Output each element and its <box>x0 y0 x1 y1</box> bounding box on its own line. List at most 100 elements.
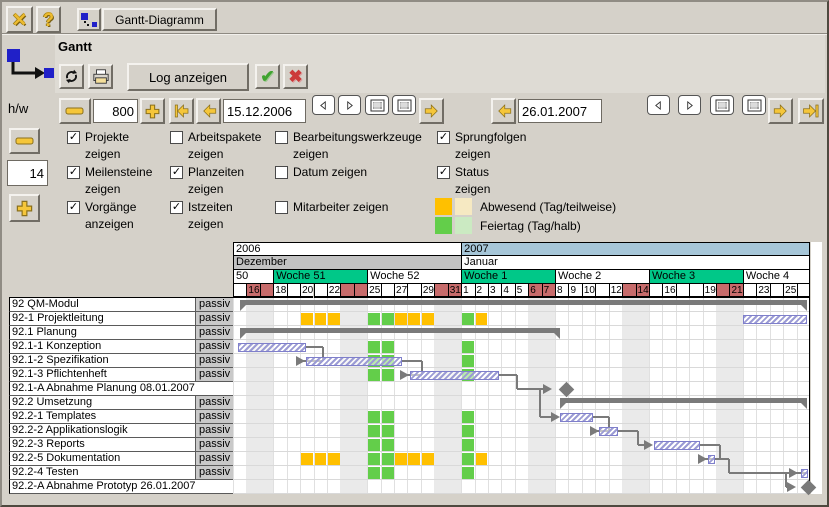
task-label-cell[interactable]: 92.1-2 Spezifikation <box>9 354 195 368</box>
task-label-cell[interactable]: 92.2 Umsetzung <box>9 396 195 410</box>
task-label-cell[interactable]: 92.1-A Abnahme Planung 08.01.2007 <box>9 382 233 396</box>
timeline-week-cell: Woche 51 <box>273 270 367 284</box>
holiday-cell <box>462 453 474 465</box>
holiday-cell <box>382 341 394 353</box>
timeline-day-cell: 14 <box>636 284 649 298</box>
absence-cell <box>476 313 488 325</box>
summary-notch-right <box>554 333 560 339</box>
timeline-day-cell: 5 <box>515 284 528 298</box>
day-number: 31 <box>450 285 461 297</box>
timeline-week-cell: Woche 3 <box>649 270 743 284</box>
plan-bar[interactable] <box>801 469 808 478</box>
plan-bar[interactable] <box>708 455 715 464</box>
task-status-cell: passiv <box>195 438 233 452</box>
plan-bar[interactable] <box>743 315 807 324</box>
holiday-cell <box>382 453 394 465</box>
absence-cell <box>301 313 313 325</box>
holiday-cell <box>382 439 394 451</box>
summary-bar[interactable] <box>240 328 561 333</box>
absence-cell <box>395 313 407 325</box>
timeline-week-cell: Woche 52 <box>367 270 461 284</box>
timeline-day-cell: 18 <box>273 284 286 298</box>
day-number: 25 <box>785 285 796 297</box>
gantt-chart: 20062007DezemberJanuar50Woche 51Woche 52… <box>2 2 829 507</box>
timeline-day-cell <box>797 284 810 298</box>
absence-cell <box>315 313 327 325</box>
dependency-arrow-icon <box>789 468 798 478</box>
task-label-cell[interactable]: 92.1-1 Konzeption <box>9 340 195 354</box>
task-label-cell[interactable]: 92.1-3 Pflichtenheft <box>9 368 195 382</box>
task-label-cell[interactable]: 92.2-4 Testen <box>9 466 195 480</box>
timeline-day-cell: 10 <box>582 284 595 298</box>
row-gridline <box>234 424 809 438</box>
timeline-day-cell <box>233 284 246 298</box>
timeline-day-cell <box>354 284 367 298</box>
holiday-cell <box>368 453 380 465</box>
task-label-cell[interactable]: 92-1 Projektleitung <box>9 312 195 326</box>
task-label-cell[interactable]: 92.2-2 Applikationslogik <box>9 424 195 438</box>
day-number: 20 <box>302 285 313 297</box>
timeline-day-cell: 19 <box>703 284 716 298</box>
row-gridline <box>234 480 809 494</box>
task-status-cell: passiv <box>195 298 233 312</box>
dependency-line <box>402 360 422 362</box>
timeline-day-cell: 4 <box>501 284 514 298</box>
task-label-cell[interactable]: 92 QM-Modul <box>9 298 195 312</box>
row-gridline <box>234 410 809 424</box>
holiday-cell <box>368 369 380 381</box>
dependency-line <box>539 389 541 417</box>
day-number: 2 <box>477 285 483 297</box>
timeline-day-cell <box>260 284 273 298</box>
plan-bar[interactable] <box>306 357 402 366</box>
task-label-cell[interactable]: 92.2-5 Dokumentation <box>9 452 195 466</box>
task-label-cell[interactable]: 92.2-1 Templates <box>9 410 195 424</box>
dependency-arrow-icon <box>644 440 653 450</box>
dependency-line <box>593 416 609 418</box>
timeline-day-cell: 25 <box>367 284 380 298</box>
task-status-cell: passiv <box>195 340 233 354</box>
plan-bar[interactable] <box>560 413 592 422</box>
task-label-cell[interactable]: 92.2-3 Reports <box>9 438 195 452</box>
day-number: 23 <box>758 285 769 297</box>
plan-bar[interactable] <box>238 343 306 352</box>
row-gridline <box>234 438 809 452</box>
summary-bar[interactable] <box>240 300 808 305</box>
timeline-day-cell <box>743 284 756 298</box>
day-number: 22 <box>329 285 340 297</box>
holiday-cell <box>368 313 380 325</box>
timeline-day-cell: 31 <box>448 284 461 298</box>
task-label-cell[interactable]: 92.1 Planung <box>9 326 195 340</box>
absence-cell <box>328 453 340 465</box>
summary-notch-right <box>801 305 807 311</box>
plan-bar[interactable] <box>654 441 700 450</box>
absence-cell <box>422 313 434 325</box>
timeline-week-cell: 50 <box>233 270 273 284</box>
plan-bar[interactable] <box>599 427 618 436</box>
dependency-arrow-icon <box>590 426 599 436</box>
dependency-line <box>637 431 639 445</box>
task-label-cell[interactable]: 92.2-A Abnahme Prototyp 26.01.2007 <box>9 480 233 494</box>
plan-bar[interactable] <box>410 371 499 380</box>
timeline-day-cell <box>716 284 729 298</box>
timeline-year-cell: 2006 <box>233 242 461 256</box>
summary-bar[interactable] <box>560 398 807 403</box>
holiday-cell <box>462 467 474 479</box>
summary-notch-left <box>240 333 246 339</box>
day-number: 16 <box>664 285 675 297</box>
dependency-line <box>729 472 788 474</box>
timeline-day-cell <box>770 284 783 298</box>
dependency-line <box>499 374 518 376</box>
timeline-day-cell: 7 <box>542 284 555 298</box>
summary-notch-left <box>560 403 566 409</box>
row-gridline <box>234 368 809 382</box>
dependency-line <box>540 416 550 418</box>
holiday-cell <box>382 369 394 381</box>
holiday-cell <box>368 439 380 451</box>
holiday-cell <box>462 355 474 367</box>
gantt-window: ✕ ? Gantt-Diagramm Gantt <box>0 0 829 507</box>
dependency-line <box>728 459 730 473</box>
task-status-cell: passiv <box>195 368 233 382</box>
absence-cell <box>315 453 327 465</box>
timeline-day-cell: 8 <box>555 284 568 298</box>
day-number: 25 <box>369 285 380 297</box>
